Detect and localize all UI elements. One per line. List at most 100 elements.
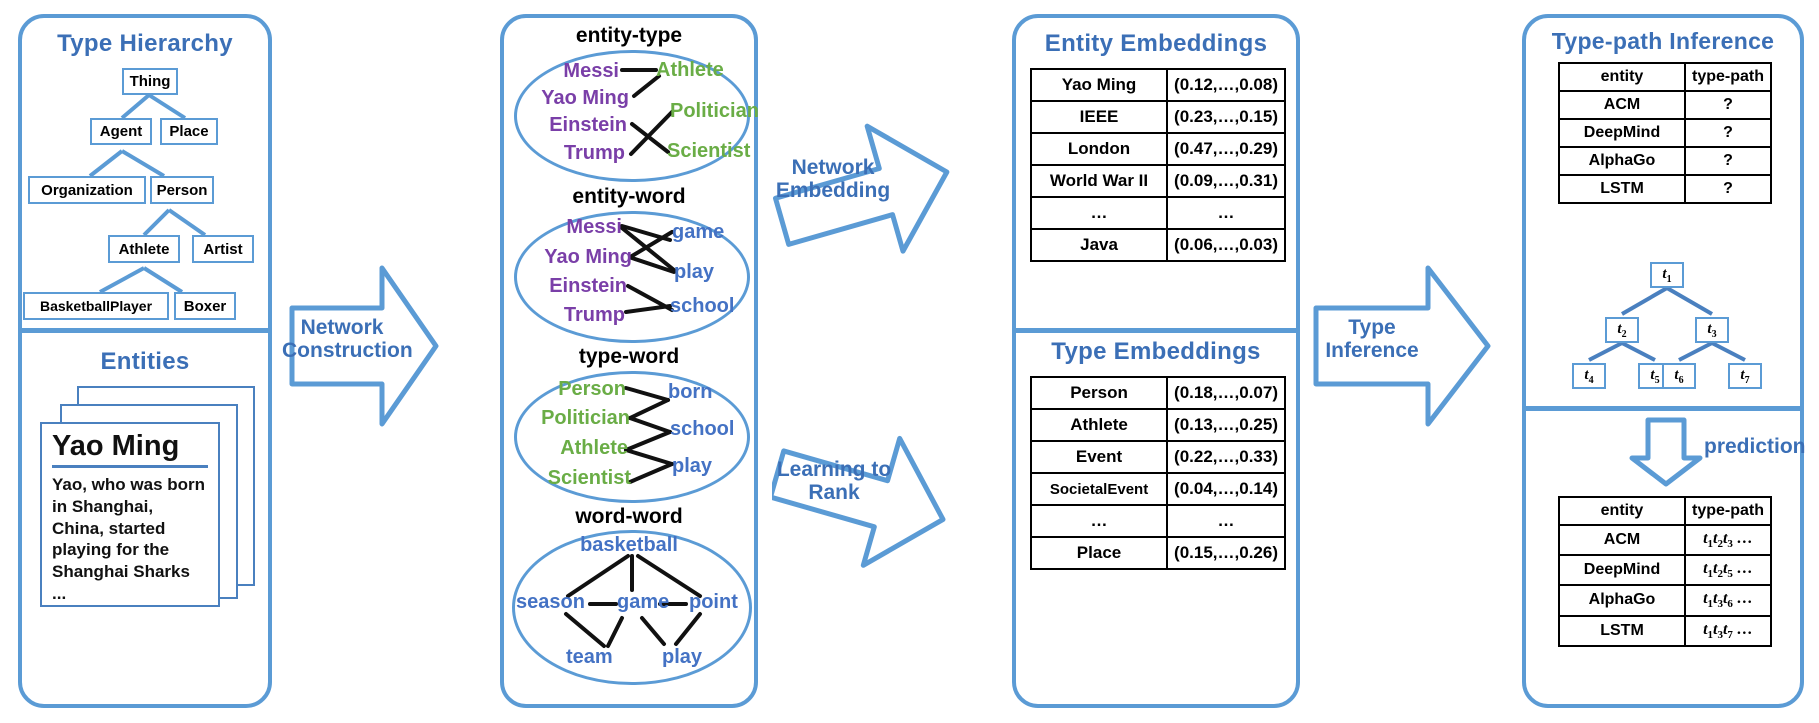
network-node-word-word-point: point bbox=[689, 591, 738, 613]
tree-node-t1: t1 bbox=[1650, 262, 1684, 288]
cell-entity: London bbox=[1029, 132, 1169, 166]
arrow-type-inference-label: Type Inference bbox=[1310, 316, 1434, 362]
tree-node-t2: t2 bbox=[1605, 317, 1639, 343]
cell-vector: (0.13,…,0.25) bbox=[1166, 408, 1286, 442]
network-node-entity-word-right-1: play bbox=[674, 261, 715, 283]
panel-embeddings-divider bbox=[1015, 328, 1297, 333]
arrow-prediction bbox=[1628, 416, 1704, 488]
table-row: AlphaGo t1t3t6 … bbox=[1558, 584, 1772, 617]
arrow-line-2: Rank bbox=[808, 481, 860, 505]
table-row: London (0.47,…,0.29) bbox=[1029, 132, 1286, 166]
tree-node-t4: t4 bbox=[1572, 363, 1606, 389]
tree-node-label: t1 bbox=[1662, 265, 1672, 285]
type-node-label: Athlete bbox=[118, 240, 170, 258]
cell-vector: (0.22,…,0.33) bbox=[1166, 440, 1286, 474]
cell-type: Event bbox=[1029, 440, 1169, 474]
cell-type-path: ? bbox=[1684, 90, 1772, 120]
tree-node-t6: t6 bbox=[1662, 363, 1696, 389]
network-node-entity-word-left-3: Trump bbox=[563, 304, 625, 326]
type-node-label: Boxer bbox=[183, 297, 227, 315]
network-label-entity-type: entity-type bbox=[575, 24, 683, 47]
type-node-label: Agent bbox=[99, 123, 143, 140]
cell-entity: IEEE bbox=[1029, 100, 1169, 134]
tree-node-label: t3 bbox=[1707, 320, 1717, 340]
cell-type: … bbox=[1029, 504, 1169, 538]
arrow-network-construction: Network Construction bbox=[282, 262, 440, 430]
panel-embeddings: Entity Embeddings Yao Ming (0.12,…,0.08)… bbox=[1012, 14, 1300, 708]
cell-vector: (0.18,…,0.07) bbox=[1166, 376, 1286, 410]
type-node-label: Place bbox=[169, 123, 209, 140]
arrow-learning-to-rank-label: Learning to Rank bbox=[766, 458, 902, 504]
arrow-network-embedding-shape: Network Embedding bbox=[772, 112, 952, 264]
network-node-type-word-left-1: Politician bbox=[541, 407, 630, 429]
network-node-entity-type-right-0: Athlete bbox=[656, 59, 724, 81]
entity-embeddings-title: Entity Embeddings bbox=[1044, 30, 1268, 57]
table-row: Athlete (0.13,…,0.25) bbox=[1029, 408, 1286, 442]
panel-left: Type Hierarchy Thing Agent Place Organiz… bbox=[18, 14, 272, 708]
arrow-line-1: Network bbox=[791, 156, 875, 179]
entity-card-title: Yao Ming bbox=[52, 430, 180, 462]
table-row: Event (0.22,…,0.33) bbox=[1029, 440, 1286, 474]
type-node-label: Artist bbox=[203, 240, 243, 258]
type-node-thing: Thing bbox=[122, 68, 178, 95]
arrow-line-2: Construction bbox=[282, 339, 413, 363]
type-embeddings-table: Person (0.18,…,0.07) Athlete (0.13,…,0.2… bbox=[1029, 376, 1286, 570]
cell-entity: World War II bbox=[1029, 164, 1169, 198]
network-label-word-word: word-word bbox=[575, 505, 683, 528]
cell-type-path: t1t2t3 … bbox=[1684, 523, 1772, 557]
arrow-line-2: Inference bbox=[1325, 339, 1419, 363]
cell-type-path: ? bbox=[1684, 174, 1772, 204]
network-node-type-word-right-0: born bbox=[668, 381, 713, 403]
cell-type: Athlete bbox=[1029, 408, 1169, 442]
network-node-word-word-basketball: basketball bbox=[580, 534, 678, 556]
arrow-network-construction-label: Network Construction bbox=[282, 316, 413, 363]
panel-left-divider bbox=[21, 328, 269, 333]
arrow-line-2: Embedding bbox=[775, 179, 891, 203]
cell-vector: … bbox=[1166, 196, 1286, 230]
header-entity: entity bbox=[1558, 496, 1686, 526]
network-label-type-word: type-word bbox=[578, 345, 680, 368]
cell-vector: (0.47,…,0.29) bbox=[1166, 132, 1286, 166]
type-embeddings-title: Type Embeddings bbox=[1051, 338, 1261, 365]
network-node-type-word-left-2: Athlete bbox=[560, 437, 628, 459]
table-row: Yao Ming (0.12,…,0.08) bbox=[1029, 68, 1286, 102]
type-node-label: Person bbox=[156, 181, 208, 199]
cell-entity: ACM bbox=[1558, 90, 1686, 120]
table-row: Java (0.06,…,0.03) bbox=[1029, 228, 1286, 262]
query-table: entity type-path ACM ? DeepMind ? AlphaG… bbox=[1558, 62, 1772, 204]
table-row: ACM t1t2t3 … bbox=[1558, 523, 1772, 557]
network-node-entity-word-right-2: school bbox=[670, 295, 735, 317]
header-entity: entity bbox=[1558, 62, 1686, 92]
table-header-row: entity type-path bbox=[1558, 62, 1772, 92]
table-row: AlphaGo ? bbox=[1558, 146, 1772, 176]
network-node-entity-word-right-0: game bbox=[672, 221, 725, 243]
cell-entity: LSTM bbox=[1558, 614, 1686, 647]
cell-entity: DeepMind bbox=[1558, 554, 1686, 587]
tree-node-t7: t7 bbox=[1728, 363, 1762, 389]
cell-type-path: ? bbox=[1684, 146, 1772, 176]
entity-card-rule bbox=[52, 465, 208, 468]
arrow-line-1: Type bbox=[1348, 316, 1396, 339]
network-node-entity-type-left-2: Einstein bbox=[549, 114, 627, 136]
tree-node-label: t2 bbox=[1617, 320, 1627, 340]
network-node-entity-type-left-1: Yao Ming bbox=[541, 87, 629, 109]
type-node-basketballplayer: BasketballPlayer bbox=[23, 292, 169, 320]
table-row: … … bbox=[1029, 504, 1286, 538]
network-node-entity-type-right-2: Scientist bbox=[667, 140, 751, 162]
table-row: … … bbox=[1029, 196, 1286, 230]
table-row: LSTM t1t3t7 … bbox=[1558, 614, 1772, 647]
cell-type-path: ? bbox=[1684, 118, 1772, 148]
cell-entity: Java bbox=[1029, 228, 1169, 262]
table-row: DeepMind ? bbox=[1558, 118, 1772, 148]
result-table: entity type-path ACM t1t2t3 … DeepMind t… bbox=[1558, 496, 1772, 647]
table-row: Person (0.18,…,0.07) bbox=[1029, 376, 1286, 410]
arrow-line-1: Network bbox=[300, 316, 384, 339]
cell-vector: (0.09,…,0.31) bbox=[1166, 164, 1286, 198]
network-node-type-word-right-2: play bbox=[672, 455, 713, 477]
entity-card-front[interactable]: Yao Ming Yao, who was born in Shanghai, … bbox=[40, 422, 220, 607]
type-node-boxer: Boxer bbox=[174, 292, 236, 320]
header-type-path: type-path bbox=[1684, 496, 1772, 526]
table-row: IEEE (0.23,…,0.15) bbox=[1029, 100, 1286, 134]
cell-type-path: t1t3t7 … bbox=[1684, 614, 1772, 647]
tree-node-label: t5 bbox=[1650, 366, 1660, 386]
